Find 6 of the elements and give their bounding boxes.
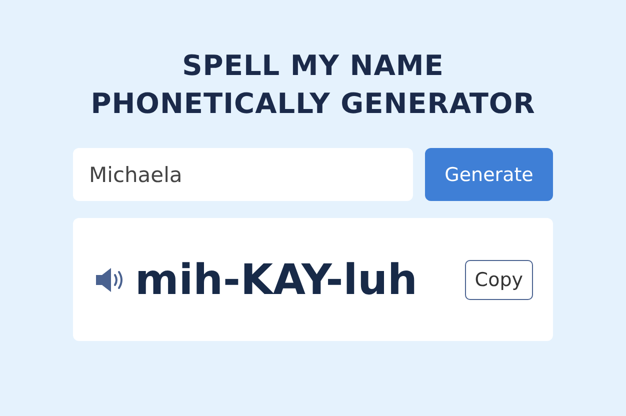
copy-button[interactable]: Copy xyxy=(464,260,533,300)
generate-button[interactable]: Generate xyxy=(425,148,553,201)
page-title: SPELL MY NAME PHONETICALLY GENERATOR xyxy=(90,48,536,122)
speaker-icon[interactable] xyxy=(95,266,125,292)
name-field[interactable]: Michaela xyxy=(73,148,413,201)
pronunciation-text: mih-KAY-luh xyxy=(135,255,418,304)
